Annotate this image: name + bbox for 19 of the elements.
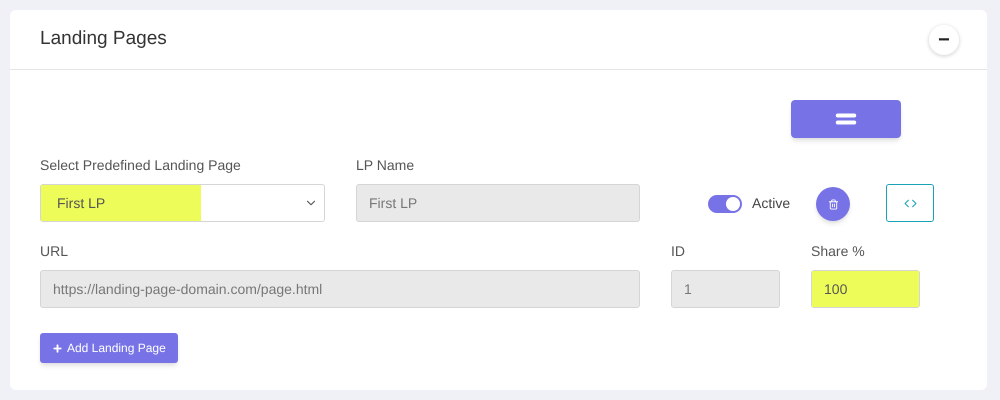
drag-handle-button[interactable] (791, 100, 901, 138)
field-label: Select Predefined Landing Page (40, 156, 242, 175)
delete-button[interactable] (816, 187, 850, 221)
active-toggle[interactable] (708, 194, 742, 212)
field-label: Share % (811, 242, 866, 261)
selected-value: First LP (41, 185, 201, 221)
field-label: ID (671, 242, 686, 261)
input-field[interactable]: 100 (811, 270, 920, 308)
trash-icon (828, 198, 839, 210)
collapse-button[interactable]: − (929, 24, 959, 54)
select-field[interactable]: First LP (40, 184, 325, 222)
card-title: Landing Pages (40, 27, 167, 52)
field-label: LP Name (356, 156, 416, 175)
code-icon (904, 196, 917, 210)
code-button[interactable] (886, 184, 934, 222)
toggle-label: Active (752, 194, 790, 213)
add-landing-page-button[interactable]: Add Landing Page (40, 333, 178, 363)
plus-icon (52, 342, 63, 354)
field-label: URL (40, 242, 70, 261)
